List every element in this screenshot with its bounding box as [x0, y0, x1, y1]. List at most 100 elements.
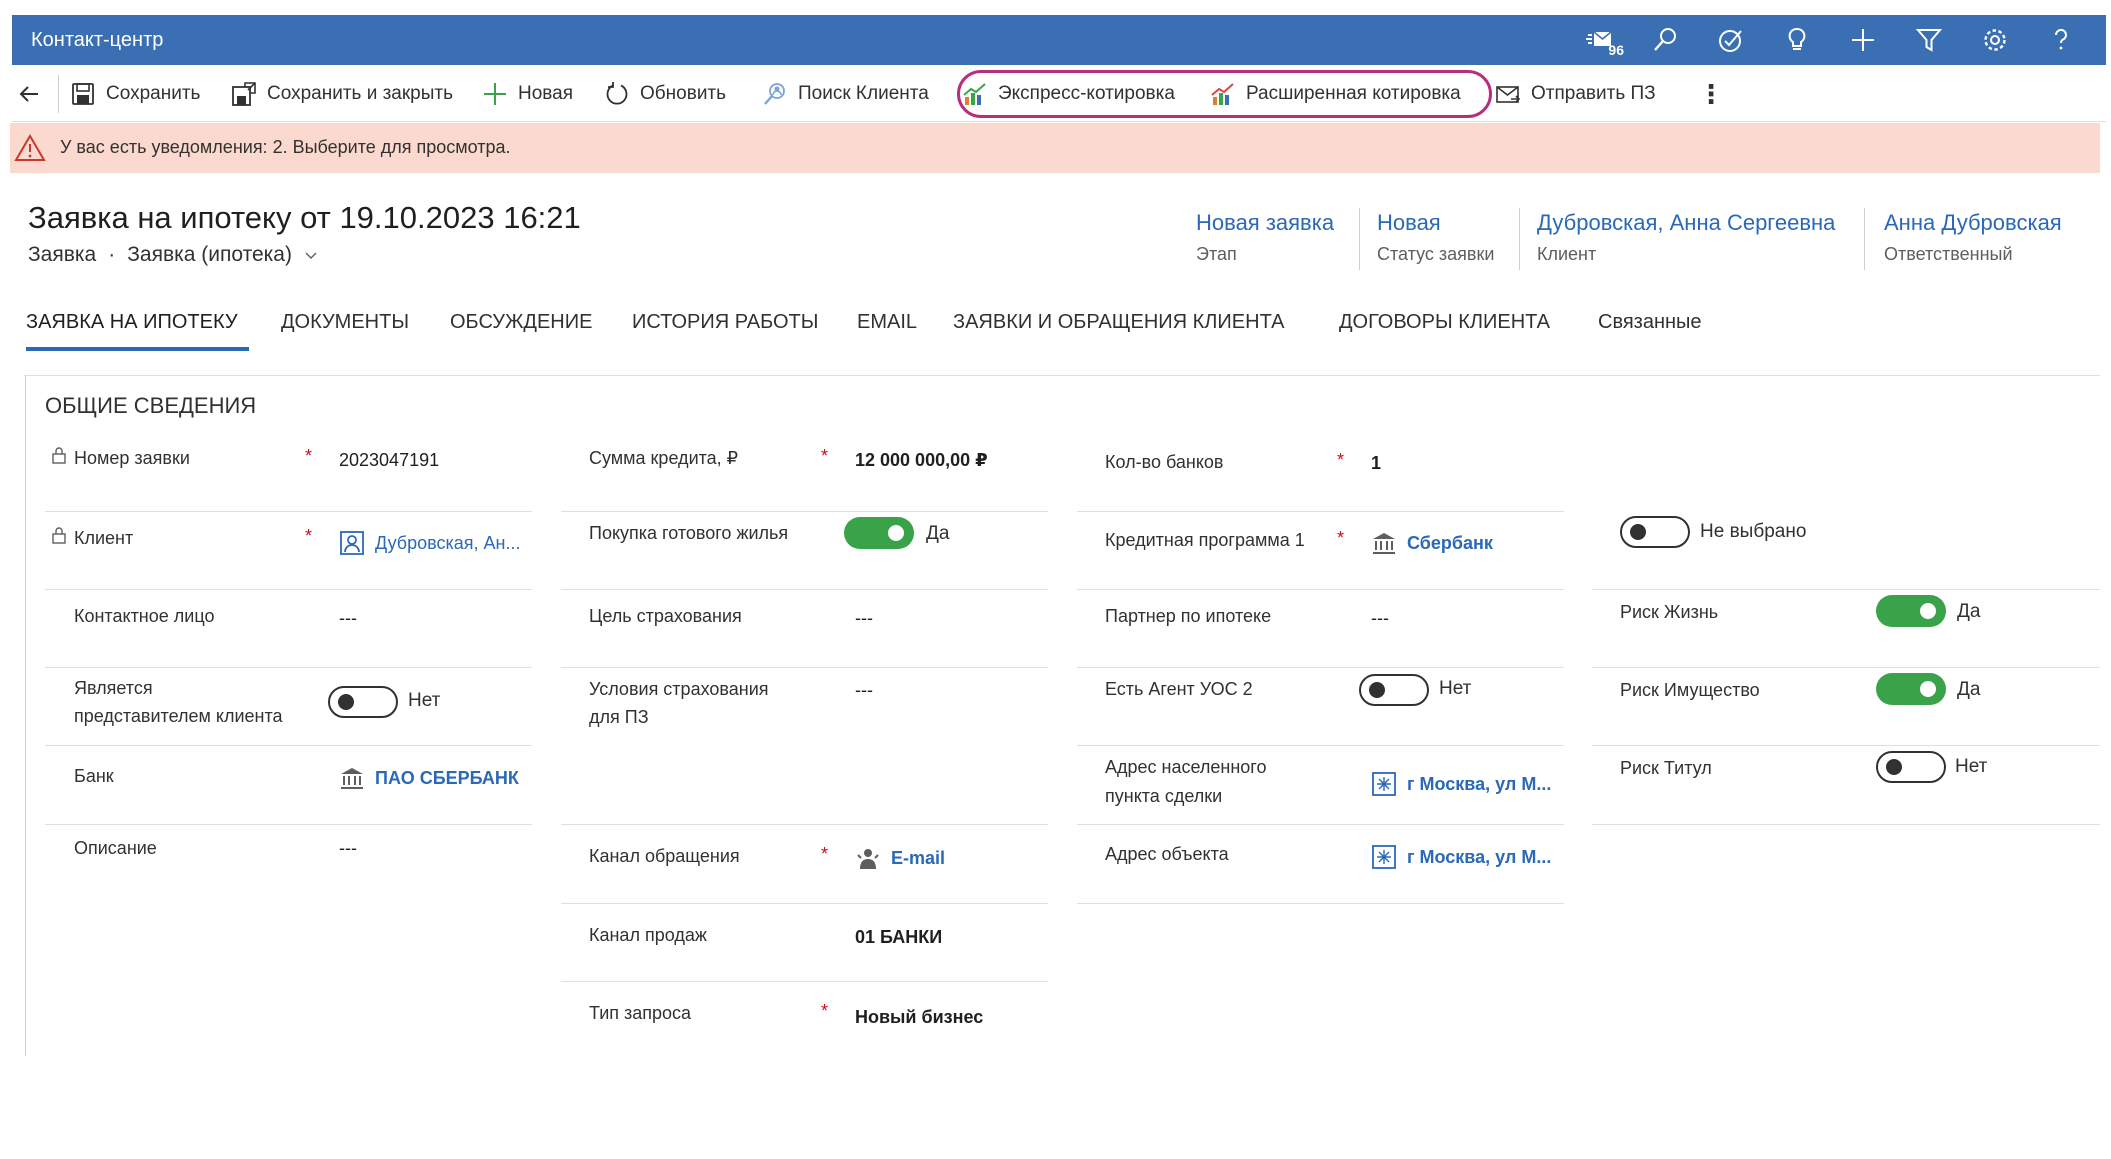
representative-label-line1: Является	[74, 678, 153, 698]
risk-property-toggle[interactable]	[1876, 673, 1946, 705]
tab-mortgage-request[interactable]: ЗАЯВКА НА ИПОТЕКУ	[26, 311, 238, 334]
filter-icon	[1915, 29, 1943, 52]
header-status-label: Статус заявки	[1377, 244, 1495, 264]
refresh-icon	[606, 82, 628, 105]
toggle-knob	[1886, 759, 1902, 775]
deal-address-link[interactable]: г Москва, ул М...	[1407, 774, 1551, 795]
contact-value[interactable]: ---	[339, 608, 357, 629]
search-button[interactable]	[1632, 15, 1698, 65]
bank-count-value[interactable]: 1	[1371, 453, 1381, 474]
description-value[interactable]: ---	[339, 838, 357, 859]
add-button[interactable]	[1830, 15, 1896, 65]
divider	[24, 375, 2100, 376]
request-type-label: Тип запроса	[589, 1003, 692, 1023]
chevron-down-icon[interactable]	[304, 248, 318, 262]
request-type-value[interactable]: Новый бизнес	[855, 1007, 983, 1028]
request-number-value[interactable]: 2023047191	[339, 450, 439, 471]
new-button[interactable]: Новая	[482, 76, 573, 112]
task-button[interactable]	[1698, 15, 1764, 65]
tab-documents[interactable]: ДОКУМЕНТЫ	[281, 311, 409, 334]
settings-button[interactable]	[1962, 15, 2028, 65]
tab-client-contracts[interactable]: ДОГОВОРЫ КЛИЕНТА	[1339, 311, 1550, 334]
bank-count-label: Кол-во банков	[1105, 452, 1224, 472]
header-field-owner[interactable]: Анна Дубровская Ответственный	[1884, 210, 2062, 265]
chart-icon	[1211, 83, 1234, 105]
messages-button[interactable]: 96	[1566, 15, 1632, 65]
command-bar: Сохранить Сохранить и закрыть Новая Обно…	[12, 67, 2106, 122]
tab-client-requests[interactable]: ЗАЯВКИ И ОБРАЩЕНИЯ КЛИЕНТА	[953, 311, 1284, 334]
express-quote-label: Экспресс-котировка	[998, 83, 1175, 104]
app-title[interactable]: Контакт-центр	[31, 23, 163, 57]
mortgage-partner-value[interactable]: ---	[1371, 608, 1389, 629]
channel-value[interactable]: E-mail	[855, 845, 945, 871]
representative-toggle[interactable]	[328, 686, 398, 718]
header-field-client[interactable]: Дубровская, Анна Сергеевна Клиент	[1537, 210, 1835, 265]
insurance-terms-value[interactable]: ---	[855, 680, 873, 701]
send-pz-label: Отправить ПЗ	[1531, 83, 1656, 104]
divider	[1077, 589, 1564, 590]
help-button[interactable]	[2028, 15, 2094, 65]
breadcrumb: Заявка · Заявка (ипотека)	[28, 243, 318, 267]
option-toggle[interactable]	[1620, 516, 1690, 548]
bank-icon	[341, 768, 363, 789]
ready-housing-toggle[interactable]	[844, 517, 914, 549]
header-field-stage[interactable]: Новая заявка Этап	[1196, 210, 1334, 265]
insurance-goal-label: Цель страхования	[589, 606, 742, 626]
description-label: Описание	[74, 838, 157, 858]
deal-address-value[interactable]: г Москва, ул М...	[1371, 771, 1551, 797]
filter-button[interactable]	[1896, 15, 1962, 65]
send-pz-button[interactable]: Отправить ПЗ	[1495, 76, 1656, 112]
header-field-status[interactable]: Новая Статус заявки	[1377, 210, 1494, 265]
tab-email[interactable]: EMAIL	[857, 311, 917, 334]
refresh-button[interactable]: Обновить	[604, 76, 726, 112]
divider	[1519, 208, 1520, 270]
divider	[1077, 745, 1564, 746]
tab-work-history[interactable]: ИСТОРИЯ РАБОТЫ	[632, 311, 818, 334]
risk-life-toggle[interactable]	[1876, 595, 1946, 627]
tab-related[interactable]: Связанные	[1598, 311, 1702, 334]
header-owner-value[interactable]: Анна Дубровская	[1884, 210, 2062, 236]
client-label: Клиент	[74, 528, 134, 548]
object-address-link[interactable]: г Москва, ул М...	[1407, 847, 1551, 868]
credit-program-value[interactable]: Сбербанк	[1371, 530, 1493, 556]
save-close-button[interactable]: Сохранить и закрыть	[231, 76, 453, 112]
divider	[45, 667, 532, 668]
tab-discussion[interactable]: ОБСУЖДЕНИЕ	[450, 311, 592, 334]
loan-amount-value[interactable]: 12 000 000,00 ₽	[855, 450, 988, 471]
risk-life-value: Да	[1957, 601, 1981, 622]
client-value[interactable]: Дубровская, Ан...	[339, 530, 520, 556]
object-address-value[interactable]: г Москва, ул М...	[1371, 844, 1551, 870]
back-button[interactable]	[12, 76, 46, 112]
extended-quote-button[interactable]: Расширенная котировка	[1210, 76, 1461, 112]
bank-value[interactable]: ПАО СБЕРБАНК	[339, 765, 519, 791]
ideas-button[interactable]	[1764, 15, 1830, 65]
search-client-button[interactable]: Поиск Клиента	[762, 76, 929, 112]
save-button[interactable]: Сохранить	[70, 76, 200, 112]
risk-title-toggle[interactable]	[1876, 751, 1946, 783]
section-border	[25, 376, 26, 1056]
express-quote-button[interactable]: Экспресс-котировка	[962, 76, 1175, 112]
new-label: Новая	[518, 83, 574, 104]
divider	[1592, 589, 2100, 590]
more-commands-button[interactable]: ⋮	[1698, 76, 1724, 112]
request-number-label: Номер заявки	[74, 448, 190, 468]
form-selector[interactable]: Заявка (ипотека)	[127, 243, 292, 267]
sales-channel-value[interactable]: 01 БАНКИ	[855, 927, 942, 948]
divider	[1077, 667, 1564, 668]
divider	[1077, 903, 1564, 904]
bank-link[interactable]: ПАО СБЕРБАНК	[375, 768, 519, 789]
toggle-knob	[1630, 524, 1646, 540]
channel-label: Канал обращения	[589, 846, 740, 866]
risk-life-label: Риск Жизнь	[1620, 602, 1719, 622]
arrow-left-icon	[19, 86, 38, 102]
credit-program-link[interactable]: Сбербанк	[1407, 533, 1493, 554]
header-client-value[interactable]: Дубровская, Анна Сергеевна	[1537, 210, 1835, 236]
risk-property-value: Да	[1957, 679, 1981, 700]
notification-bar[interactable]: У вас есть уведомления: 2. Выберите для …	[10, 123, 2100, 173]
client-link[interactable]: Дубровская, Ан...	[375, 533, 520, 554]
risk-property-label: Риск Имущество	[1620, 680, 1760, 700]
agent-uos-toggle[interactable]	[1359, 674, 1429, 706]
deal-address-label-line1: Адрес населенного	[1105, 757, 1267, 777]
channel-link[interactable]: E-mail	[891, 848, 945, 869]
insurance-goal-value[interactable]: ---	[855, 608, 873, 629]
